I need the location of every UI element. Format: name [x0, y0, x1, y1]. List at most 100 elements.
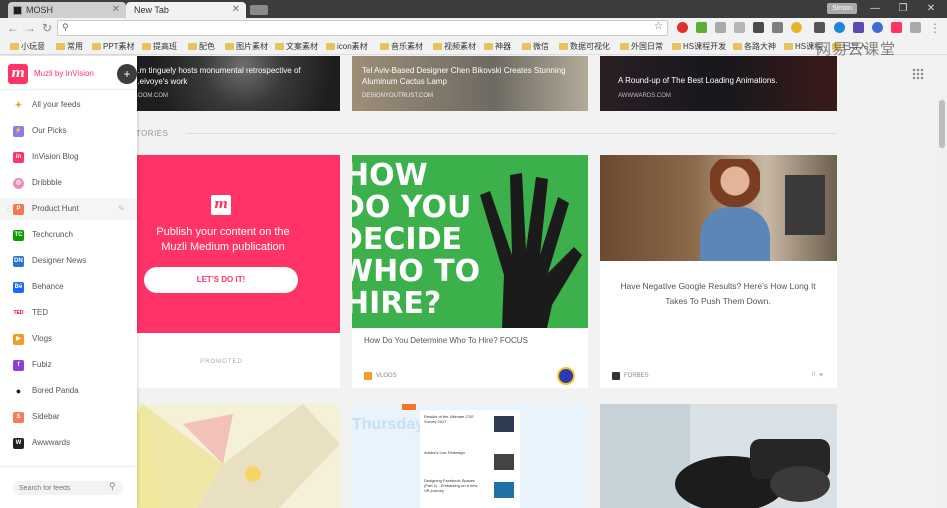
sidebar-item-fubiz[interactable]: f Fubiz: [0, 354, 137, 376]
sidebar-item-sidebar[interactable]: S Sidebar: [0, 406, 137, 428]
promo-cta-button[interactable]: LET'S DO IT!: [144, 267, 298, 293]
card-title: A Round-up of The Best Loading Animation…: [618, 76, 778, 85]
sidebar-item-awwwards[interactable]: W Awwwards: [0, 432, 137, 454]
sidebar-item-vlogs[interactable]: ▶ Vlogs: [0, 328, 137, 350]
sidebar-item-dribbble[interactable]: ◎ Dribbble: [0, 172, 137, 194]
bookmark-item[interactable]: HS课程开发: [672, 41, 726, 53]
techcrunch-icon: TC: [13, 230, 24, 241]
invision-icon: in: [13, 152, 24, 163]
search-feeds-input[interactable]: [19, 482, 107, 494]
top-card-loading[interactable]: A Round-up of The Best Loading Animation…: [600, 56, 837, 111]
bookmark-item[interactable]: 提高班: [142, 41, 177, 53]
badge-extension-icon[interactable]: [734, 22, 745, 33]
muzli-logo-icon[interactable]: m: [8, 64, 28, 84]
newsletter-panel: Results of the Ultimate CSS Survey 2017 …: [420, 410, 520, 508]
page-extension-icon[interactable]: [910, 22, 921, 33]
drag-handle-icon[interactable]: ⋮: [4, 204, 12, 213]
tab-new-tab[interactable]: New Tab ✕: [126, 2, 246, 18]
close-tab-icon[interactable]: ✕: [232, 2, 240, 18]
sidebar-item-ted[interactable]: TED TED: [0, 302, 137, 324]
card-source: ...OOM.COM: [133, 93, 168, 99]
newsletter-item: Results of the Ultimate CSS Survey 2017: [424, 414, 474, 424]
address-bar[interactable]: ⚲ ☆: [57, 20, 668, 36]
card-source: DESIGNYOUTRUST.COM: [362, 93, 434, 99]
bookmark-item[interactable]: 配色: [188, 41, 215, 53]
reload-icon[interactable]: ↻: [40, 21, 54, 35]
puzzle-extension-icon[interactable]: [853, 22, 864, 33]
ted-icon: TED: [13, 308, 24, 319]
compass-extension-icon[interactable]: [834, 22, 845, 33]
close-tab-icon[interactable]: ✕: [112, 2, 120, 18]
hire-card[interactable]: HOW DO YOU DECIDE WHO TO HIRE? How Do Yo…: [352, 155, 588, 388]
globe-extension-icon[interactable]: [872, 22, 883, 33]
panda-icon: ●: [13, 386, 24, 397]
vr-headset-image: [600, 404, 837, 508]
bookmark-item[interactable]: 微信: [522, 41, 549, 53]
card-source: VLOGS: [376, 373, 397, 379]
new-tab-button[interactable]: [250, 5, 268, 15]
scrollbar-track[interactable]: [937, 96, 947, 508]
google-card[interactable]: Have Negative Google Results? Here's How…: [600, 155, 837, 388]
vr-card[interactable]: [600, 404, 837, 508]
shield-extension-icon[interactable]: [696, 22, 707, 33]
paper-art-card[interactable]: [103, 404, 340, 508]
apps-grid-icon[interactable]: [912, 68, 924, 80]
lock-extension-icon[interactable]: [715, 22, 726, 33]
sidebar-item-invision-blog[interactable]: in InVision Blog: [0, 146, 137, 168]
producthunt-icon: P: [13, 204, 24, 215]
card-source: AWWWARDS.COM: [618, 93, 671, 99]
author-avatar: [557, 367, 575, 385]
bookmark-item[interactable]: 数据可视化: [559, 41, 610, 53]
user-badge[interactable]: Simon: [827, 3, 857, 14]
sidebar-item-label: Our Picks: [32, 126, 67, 135]
sidebar-item-all-feeds[interactable]: ✦ All your feeds: [0, 94, 137, 116]
muzli-page: ...m tinguely hosts monumental retrospec…: [0, 56, 947, 508]
edit-icon[interactable]: ✎: [118, 204, 125, 213]
muzli-extension-icon[interactable]: [891, 22, 902, 33]
bookmark-item[interactable]: 外国日常: [620, 41, 663, 53]
awwwards-icon: W: [13, 438, 24, 449]
close-window-icon[interactable]: ✕: [924, 2, 938, 16]
sidebar-item-techcrunch[interactable]: TC Techcrunch: [0, 224, 137, 246]
sidebar-item-behance[interactable]: Bē Behance: [0, 276, 137, 298]
search-icon: ⚲: [109, 481, 116, 491]
brand-name: Muzli by InVision: [34, 69, 94, 78]
sidebar-item-designer-news[interactable]: DN Designer News: [0, 250, 137, 272]
bird-extension-icon[interactable]: [772, 22, 783, 33]
bolt-icon: ⚡: [13, 126, 24, 137]
bookmark-item[interactable]: 各路大神: [733, 41, 776, 53]
sidebar-item-our-picks[interactable]: ⚡ Our Picks: [0, 120, 137, 142]
bookmark-item[interactable]: 音乐素材: [380, 41, 423, 53]
bookmark-item[interactable]: icon素材: [326, 41, 368, 53]
add-feed-button[interactable]: +: [117, 64, 137, 84]
search-feeds-field[interactable]: ⚲: [13, 481, 123, 495]
opera-extension-icon[interactable]: [677, 22, 688, 33]
back-icon[interactable]: ←: [6, 21, 20, 35]
maximize-icon[interactable]: ❐: [896, 2, 910, 16]
top-card-cactus[interactable]: Tel Aviv-Based Designer Chen Bikovski Cr…: [352, 56, 588, 111]
browser-toolbar: ← → ↻ ⚲ ☆ ⋮: [0, 18, 947, 38]
bookmark-item[interactable]: 小玩意: [10, 41, 45, 53]
thursday-card[interactable]: Thursday Results of the Ultimate CSS Sur…: [352, 404, 588, 508]
bookmark-item[interactable]: 文案素材: [275, 41, 318, 53]
circle-extension-icon[interactable]: [791, 22, 802, 33]
sidebar-item-bored-panda[interactable]: ● Bored Panda: [0, 380, 137, 402]
menu-icon[interactable]: ⋮: [928, 21, 942, 35]
top-card-exhibit[interactable]: ...m tinguely hosts monumental retrospec…: [103, 56, 340, 111]
bookmark-item[interactable]: 视频素材: [433, 41, 476, 53]
sidebar-item-product-hunt[interactable]: ⋮ P Product Hunt ✎: [0, 198, 137, 220]
bookmark-star-icon[interactable]: ☆: [654, 21, 663, 32]
screen-extension-icon[interactable]: [753, 22, 764, 33]
dropper-extension-icon[interactable]: [814, 22, 825, 33]
tab-favicon-icon: [13, 6, 22, 15]
minimize-icon[interactable]: —: [868, 2, 882, 16]
bookmark-item[interactable]: 神器: [484, 41, 511, 53]
forward-icon[interactable]: →: [23, 21, 37, 35]
bookmark-item[interactable]: PPT素材: [92, 41, 135, 53]
bookmark-item[interactable]: 常用: [56, 41, 83, 53]
scrollbar-thumb[interactable]: [939, 100, 945, 148]
bookmark-item[interactable]: 图片素材: [225, 41, 268, 53]
tab-mosh[interactable]: MOSH ✕: [8, 2, 126, 18]
like-icon[interactable]: ♥: [819, 372, 823, 379]
promo-card[interactable]: m Publish your content on the Muzli Medi…: [103, 155, 340, 388]
